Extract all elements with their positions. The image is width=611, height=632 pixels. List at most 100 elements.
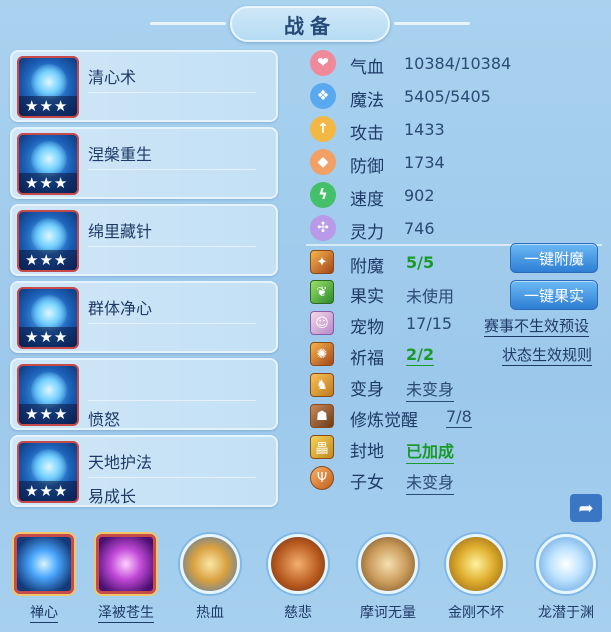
stat-speed: ϟ 速度 902 [306,180,596,210]
fief-icon: 畾 [310,435,334,459]
bottom-skill[interactable]: 摩诃无量 [352,534,424,622]
star-rating: ★★★ [19,327,77,347]
cultivation-icon: ☗ [310,404,334,428]
feature-value[interactable]: 2/2 [406,345,435,366]
skill-icon: ★★★ [17,56,79,118]
feature-value: 5/5 [406,253,435,272]
star-rating: ★★★ [19,96,77,116]
stats-panel: ❤ 气血 10384/10384 ❖ 魔法 5405/5405 ↑ 攻击 143… [300,44,606,495]
stat-hp: ❤ 气血 10384/10384 [306,48,596,78]
one-click-enchant-button[interactable]: 一键附魔 [510,243,598,273]
mercy-icon [268,534,328,594]
attack-icon: ↑ [310,116,336,142]
feature-fief[interactable]: 畾 封地 已加成 [306,433,606,464]
stat-value: 1734 [404,153,445,172]
stat-spirit: ✣ 灵力 746 [306,213,596,243]
fruit-icon: ❦ [310,280,334,304]
dragon-icon [536,534,596,594]
bottom-skill[interactable]: 泽被苍生 [90,534,162,623]
feature-value[interactable]: 7/8 [446,407,472,428]
skill-item[interactable]: ★★★ 清心术 [10,50,278,122]
skill-icon: ★★★ [17,441,79,503]
one-click-fruit-button[interactable]: 一键果实 [510,280,598,310]
bottom-skill[interactable]: 禅心 [8,534,80,623]
feature-label: 果实 [350,287,384,307]
skill-name: 涅槃重生 [88,145,153,164]
feature-label: 宠物 [350,318,384,338]
title-ornament-right [394,22,470,25]
title-banner: 战备 [230,6,390,42]
stat-label: 气血 [350,58,384,78]
skill-list: ★★★ 清心术 ★★★ 涅槃重生 ★★★ 绵里藏针 ★★★ 群体净心 ★★★ 愤… [10,50,278,512]
star-rating: ★★★ [19,173,77,193]
bottom-skill-label: 慈悲 [284,605,312,621]
speed-icon: ϟ [310,182,336,208]
heart-icon: ❤ [310,50,336,76]
stat-label: 攻击 [350,124,384,144]
skill-name: 天地护法 [88,453,153,472]
skill-item[interactable]: ★★★ 愤怒 [10,358,278,430]
blessing-icon: ✺ [310,342,334,366]
bottom-skill[interactable]: 慈悲 [262,534,334,622]
zen-heart-icon [14,534,74,594]
stat-value: 5405/5405 [404,87,491,106]
stat-value: 1433 [404,120,445,139]
skill-item[interactable]: ★★★ 天地护法 易成长 [10,435,278,507]
skill-name: 清心术 [88,68,137,87]
share-icon[interactable]: ➦ [570,494,602,522]
stat-value: 10384/10384 [404,54,512,73]
skill-item[interactable]: ★★★ 绵里藏针 [10,204,278,276]
passion-icon [180,534,240,594]
stat-attack: ↑ 攻击 1433 [306,114,596,144]
spirit-icon: ✣ [310,215,336,241]
bottom-skill-label: 热血 [196,605,224,621]
feature-label: 变身 [350,380,384,400]
feature-cultivation[interactable]: ☗ 修炼觉醒 7/8 [306,402,606,432]
bottom-skill[interactable]: 热血 [174,534,246,622]
bottom-skill-label: 金刚不坏 [448,605,504,621]
bottom-skill[interactable]: 龙潜于渊 [530,534,602,622]
preset-link[interactable]: 赛事不生效预设 [484,315,590,337]
feature-children[interactable]: Ψ 子女 未变身 [306,464,606,495]
defense-icon: ◆ [310,149,336,175]
feature-transform[interactable]: ♞ 变身 未变身 [306,371,606,402]
feature-label: 子女 [350,473,384,493]
stat-value: 746 [404,219,435,238]
star-rating: ★★★ [19,404,77,424]
transform-icon: ♞ [310,373,334,397]
feature-label: 祈福 [350,349,384,369]
star-rating: ★★★ [19,481,77,501]
mahe-icon [358,534,418,594]
feature-label: 附魔 [350,257,384,277]
pet-icon: ☺ [310,311,334,335]
feature-label: 封地 [350,442,384,462]
feature-label: 修炼觉醒 [350,411,418,431]
vajra-icon [446,534,506,594]
feature-value: 17/15 [406,314,453,333]
stat-label: 灵力 [350,223,384,243]
battle-prep-panel: 战备 ★★★ 清心术 ★★★ 涅槃重生 ★★★ 绵里藏针 ★★★ 群体净心 ★★… [0,0,611,632]
skill-sub: 愤怒 [88,410,121,429]
page-title: 战备 [284,13,336,38]
bottom-skill-label: 摩诃无量 [360,605,416,621]
skill-item[interactable]: ★★★ 涅槃重生 [10,127,278,199]
feature-value[interactable]: 已加成 [406,438,455,464]
bottom-skill[interactable]: 金刚不坏 [440,534,512,622]
feature-value[interactable]: 未变身 [406,376,455,402]
skill-name: 绵里藏针 [88,222,153,241]
bottom-skill-label: 泽被苍生 [98,602,154,623]
skill-icon: ★★★ [17,133,79,195]
bottom-skill-bar: 禅心 泽被苍生 热血 慈悲 摩诃无量 金刚不坏 龙潜于渊 [0,530,611,632]
rule-link[interactable]: 状态生效规则 [502,344,593,366]
skill-icon: ★★★ [17,364,79,426]
stat-defense: ◆ 防御 1734 [306,147,596,177]
skill-item[interactable]: ★★★ 群体净心 [10,281,278,353]
skill-icon: ★★★ [17,287,79,349]
star-rating: ★★★ [19,250,77,270]
feature-value[interactable]: 未变身 [406,469,455,495]
skill-name: 群体净心 [88,299,153,318]
bottom-skill-label: 龙潜于渊 [538,605,594,621]
stat-label: 防御 [350,157,384,177]
title-ornament-left [150,22,226,25]
children-icon: Ψ [310,466,334,490]
